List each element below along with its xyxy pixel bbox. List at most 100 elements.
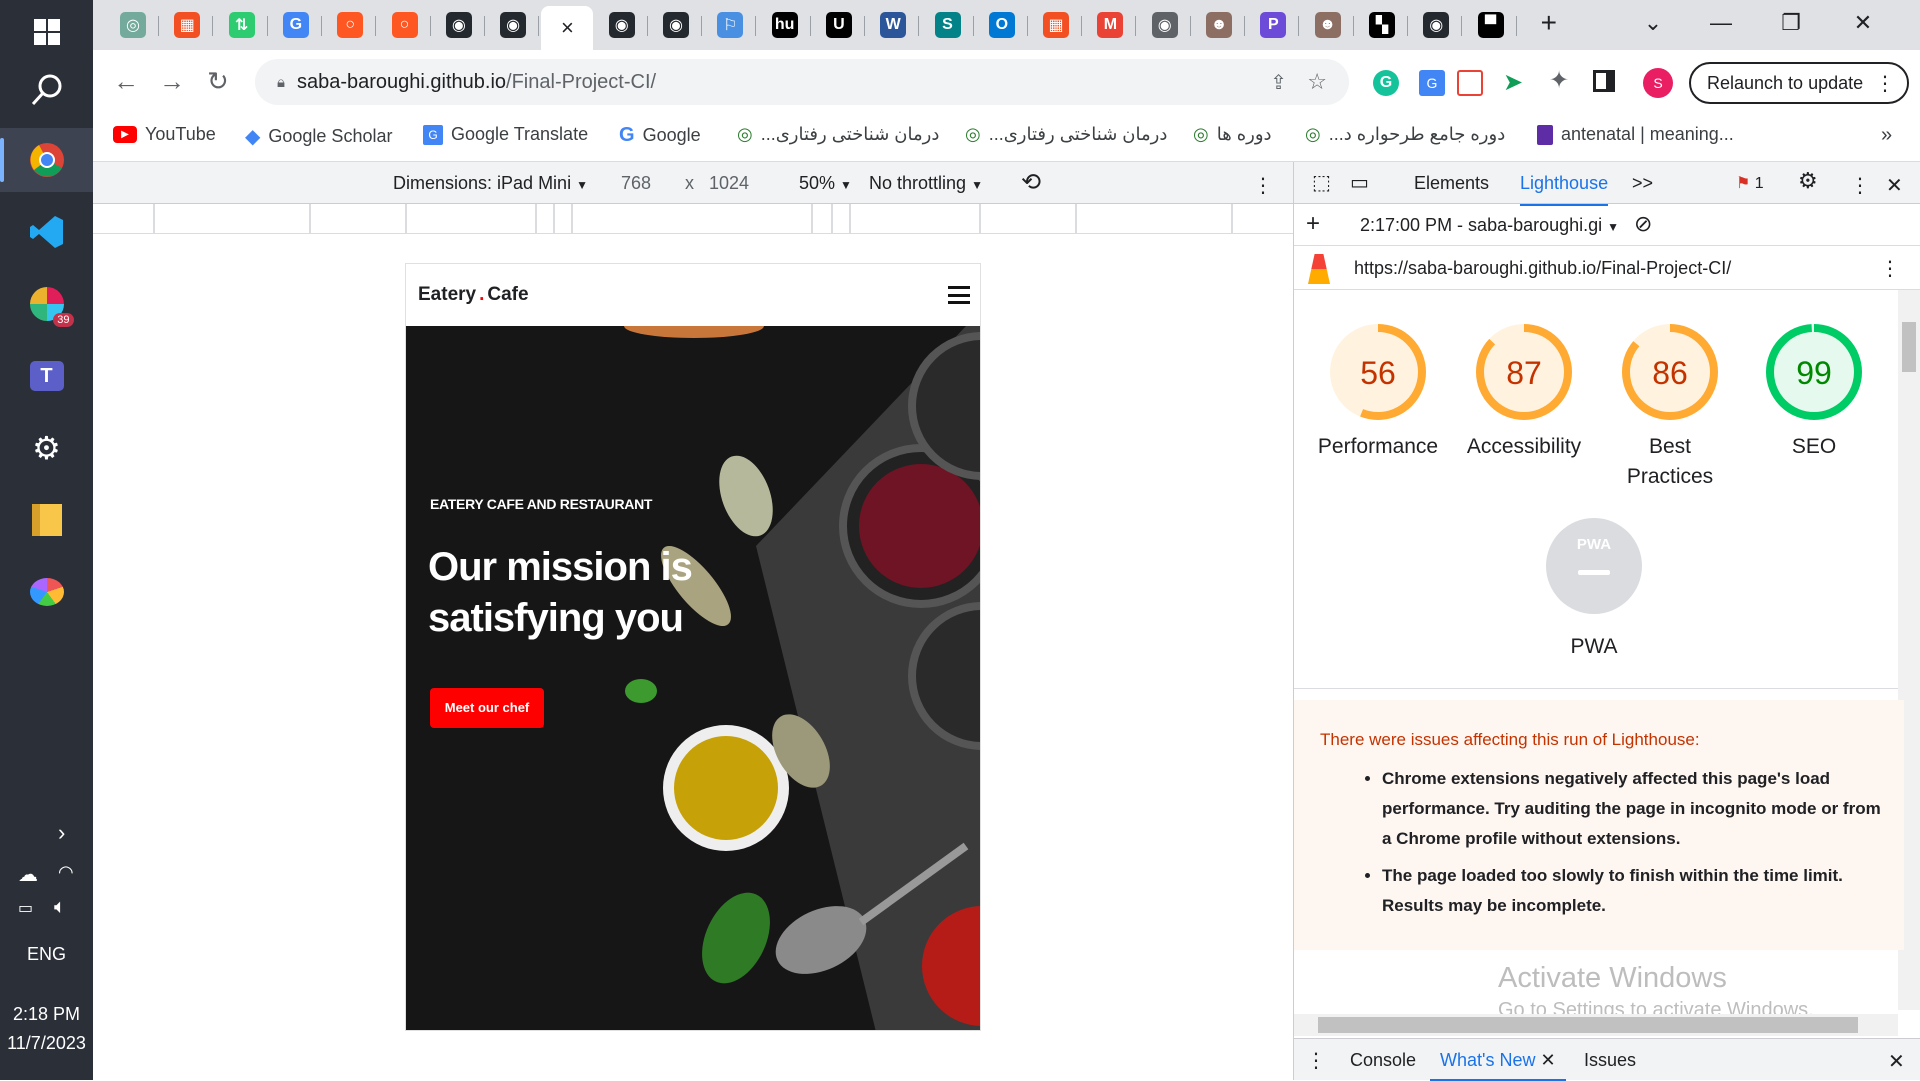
browser-tab[interactable]: ○ — [379, 6, 431, 44]
chevron-right-icon[interactable]: › — [58, 820, 65, 846]
browser-tab[interactable]: ◎ — [107, 6, 159, 44]
kebab-menu-icon[interactable]: ⋮ — [1880, 256, 1900, 281]
bookmark-fa-4[interactable]: دوره جامع طرحواره د... ◎ — [1305, 124, 1505, 145]
browser-tab[interactable]: ☻ — [1302, 6, 1354, 44]
score-gauge[interactable]: 99 — [1764, 322, 1864, 427]
taskbar-teams[interactable]: T — [0, 344, 93, 408]
drawer-tab-issues[interactable]: Issues — [1584, 1050, 1636, 1071]
relaunch-button[interactable]: Relaunch to update ⋮ — [1689, 62, 1909, 104]
close-tab-icon[interactable]: × — [561, 15, 574, 41]
wifi-icon[interactable]: ◠ — [58, 862, 74, 883]
back-arrow-icon[interactable]: ← — [113, 66, 139, 97]
pwa-badge[interactable]: PWA — [1546, 518, 1642, 614]
browser-tab[interactable]: U — [813, 6, 865, 44]
browser-tab[interactable]: ⇅ — [216, 6, 268, 44]
browser-tab-active[interactable]: × — [541, 6, 594, 50]
browser-tab[interactable]: S — [922, 6, 974, 44]
browser-tab[interactable]: ▦ — [1030, 6, 1083, 44]
google-translate-extension-icon[interactable]: G — [1419, 70, 1445, 96]
battery-icon[interactable]: ▭ — [18, 898, 33, 918]
kebab-menu-icon[interactable]: ⋮ — [1253, 173, 1273, 198]
browser-tab[interactable]: ◉ — [650, 6, 702, 44]
bookmarks-overflow[interactable]: » — [1881, 124, 1892, 147]
bookmark-fa-1[interactable]: درمان شناختی رفتاری... ◎ — [737, 124, 939, 145]
bookmark-youtube[interactable]: ▶ YouTube — [113, 124, 216, 145]
close-window-button[interactable]: ✕ — [1833, 0, 1893, 46]
score-gauge[interactable]: 87 — [1474, 322, 1574, 427]
throttling-select[interactable]: No throttling ▼ — [869, 173, 983, 194]
reload-icon[interactable]: ↻ — [207, 66, 229, 97]
grammarly-extension-icon[interactable]: G — [1373, 70, 1399, 96]
device-toggle-icon[interactable]: ▭ — [1350, 170, 1369, 195]
horizontal-scrollbar[interactable] — [1294, 1014, 1898, 1036]
clear-block-icon[interactable]: ⊘ — [1634, 211, 1652, 237]
tab-lighthouse[interactable]: Lighthouse — [1520, 173, 1609, 206]
taskbar-settings[interactable]: ⚙ — [0, 416, 93, 480]
tab-elements[interactable]: Elements — [1414, 173, 1489, 194]
drawer-tab-console[interactable]: Console — [1350, 1050, 1416, 1071]
calendar-extension-icon[interactable] — [1457, 70, 1483, 96]
hamburger-menu-icon[interactable] — [948, 286, 970, 304]
address-bar[interactable]: 🔒︎ saba-baroughi.github.io/Final-Project… — [255, 59, 1349, 105]
scrollbar-thumb[interactable] — [1902, 322, 1916, 372]
zoom-select[interactable]: 50% ▼ — [799, 173, 852, 194]
bookmark-fa-3[interactable]: دوره ها ◎ — [1193, 124, 1272, 145]
close-devtools-icon[interactable]: ✕ — [1886, 173, 1903, 198]
browser-tab[interactable]: P — [1247, 6, 1300, 44]
bookmark-google[interactable]: G Google — [619, 124, 701, 147]
bookmark-google-scholar[interactable]: ◆ Google Scholar — [245, 124, 392, 149]
taskbar-paint[interactable] — [0, 560, 93, 624]
score-gauge[interactable]: 86 — [1620, 322, 1720, 427]
more-tabs-chevron-icon[interactable]: >> — [1632, 173, 1653, 194]
drawer-tab-whats-new[interactable]: What's New ✕ — [1430, 1039, 1566, 1081]
taskbar-slack[interactable]: 39 — [0, 272, 93, 336]
browser-tab[interactable]: hu — [759, 6, 811, 44]
bookmark-star-icon[interactable]: ☆ — [1307, 69, 1327, 95]
report-url[interactable]: https://saba-baroughi.github.io/Final-Pr… — [1354, 258, 1731, 279]
device-height-field[interactable]: 1024 — [709, 173, 749, 194]
browser-tab[interactable]: ○ — [324, 6, 377, 44]
meet-our-chef-button[interactable]: Meet our chef — [430, 688, 544, 728]
minimize-button[interactable]: — — [1691, 0, 1751, 46]
restore-button[interactable]: ❐ — [1761, 0, 1821, 46]
report-selector[interactable]: 2:17:00 PM - saba-baroughi.gi ▼ — [1360, 215, 1619, 236]
profile-avatar[interactable]: S — [1643, 68, 1673, 98]
kebab-menu-icon[interactable]: ⋮ — [1850, 173, 1870, 198]
browser-tab[interactable]: O — [976, 6, 1028, 44]
browser-tab[interactable]: ☻ — [1193, 6, 1245, 44]
browser-tab[interactable]: W — [867, 6, 920, 44]
device-width-field[interactable]: 768 — [621, 173, 651, 194]
kebab-menu-icon[interactable]: ⋮ — [1306, 1048, 1326, 1073]
forward-arrow-icon[interactable]: → — [159, 66, 185, 97]
windows-start-button[interactable] — [0, 0, 93, 64]
new-tab-plus-icon[interactable]: + — [1519, 0, 1579, 46]
tab-search-chevron-icon[interactable]: ⌄ — [1623, 0, 1683, 46]
bookmark-antenatal[interactable]: antenatal | meaning... — [1537, 124, 1734, 145]
weather-cloud-icon[interactable]: ☁ — [18, 862, 38, 887]
browser-tab[interactable]: M — [1084, 6, 1137, 44]
browser-tab[interactable]: ▚ — [1356, 6, 1408, 44]
browser-tab[interactable]: G — [270, 6, 322, 44]
browser-tab[interactable]: ◉ — [1410, 6, 1463, 44]
send-extension-icon[interactable]: ➤ — [1503, 68, 1523, 97]
browser-tab[interactable]: ◉ — [433, 6, 485, 44]
close-tab-icon[interactable]: ✕ — [1540, 1050, 1555, 1070]
rotate-device-icon[interactable]: ⟲ — [1021, 168, 1041, 197]
device-select[interactable]: Dimensions: iPad Mini ▼ — [393, 173, 588, 194]
inspect-element-icon[interactable]: ⬚ — [1312, 170, 1331, 195]
speaker-icon[interactable]: 🔈︎ — [54, 896, 66, 919]
issues-counter[interactable]: ⚑ 1 — [1736, 173, 1764, 193]
site-brand[interactable]: Eatery. Cafe — [418, 284, 529, 306]
share-icon[interactable]: ⇪ — [1270, 70, 1287, 95]
taskbar-file-explorer[interactable] — [0, 488, 93, 552]
taskbar-vscode[interactable] — [0, 200, 93, 264]
side-panel-icon[interactable] — [1593, 70, 1615, 92]
browser-tab[interactable]: ◉ — [487, 6, 540, 44]
puzzle-extensions-icon[interactable]: ✦ — [1549, 66, 1569, 95]
input-language[interactable]: ENG — [0, 944, 93, 965]
settings-gear-icon[interactable]: ⚙ — [1798, 168, 1818, 194]
browser-tab[interactable]: ⚐ — [704, 6, 757, 44]
browser-tab[interactable]: ▀ — [1465, 6, 1517, 44]
search-button[interactable] — [0, 58, 93, 122]
browser-tab[interactable]: ◉ — [596, 6, 648, 44]
